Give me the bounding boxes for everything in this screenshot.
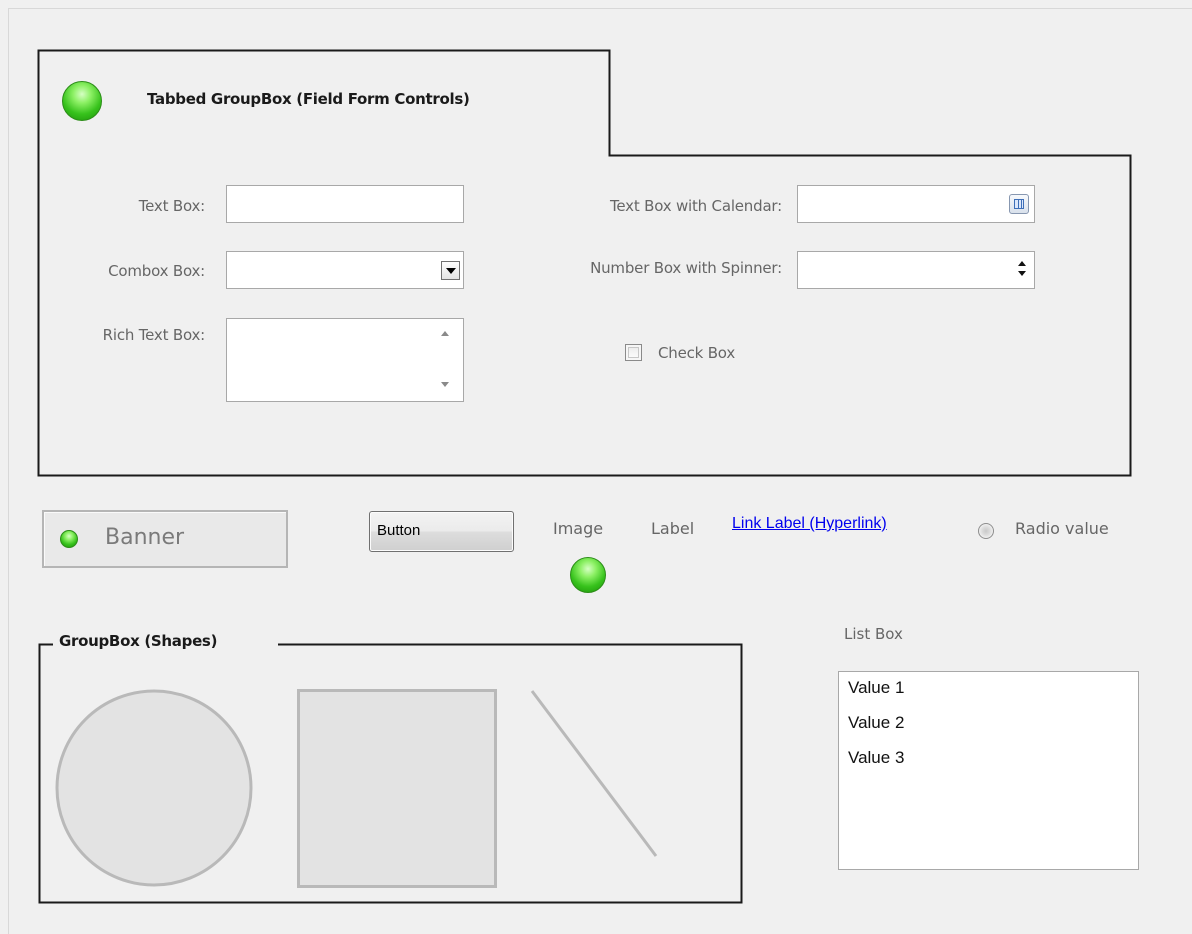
- hyperlink-label[interactable]: Link Label (Hyperlink): [732, 515, 887, 533]
- button-label: Button: [377, 522, 421, 539]
- shapes-groupbox-title: GroupBox (Shapes): [57, 632, 222, 650]
- shapes-groupbox-border: [38, 643, 743, 904]
- spinner-arrows-icon[interactable]: [1018, 260, 1028, 280]
- calendar-text-box[interactable]: [797, 185, 1035, 223]
- scroll-up-icon[interactable]: [441, 331, 449, 336]
- calendar-box-label: Text Box with Calendar:: [610, 197, 782, 215]
- circle-shape: [55, 689, 253, 887]
- list-item[interactable]: Value 1: [839, 677, 1138, 712]
- plain-label: Label: [651, 519, 695, 538]
- rich-text-box[interactable]: [226, 318, 464, 402]
- frame-border-top: [8, 8, 1192, 9]
- list-item[interactable]: Value 2: [839, 712, 1138, 747]
- frame-border-left: [8, 8, 9, 934]
- line-shape: [530, 690, 658, 857]
- radio-label: Radio value: [1015, 519, 1109, 538]
- number-spinner-box[interactable]: [797, 251, 1035, 289]
- image-green-orb-icon: [570, 557, 606, 593]
- list-box[interactable]: Value 1 Value 2 Value 3: [838, 671, 1139, 870]
- combo-box[interactable]: [226, 251, 464, 289]
- green-status-orb-icon: [62, 81, 102, 121]
- list-item[interactable]: Value 3: [839, 747, 1138, 782]
- calendar-icon[interactable]: [1009, 194, 1029, 214]
- list-box-label: List Box: [844, 625, 903, 643]
- tabbed-groupbox-title: Tabbed GroupBox (Field Form Controls): [147, 90, 470, 108]
- number-box-label: Number Box with Spinner:: [590, 259, 782, 277]
- banner-status-icon: [60, 530, 78, 548]
- check-box[interactable]: [625, 344, 642, 361]
- form-designer-canvas: Tabbed GroupBox (Field Form Controls) Te…: [0, 0, 1192, 934]
- rich-text-box-label: Rich Text Box:: [102, 326, 206, 344]
- dropdown-arrow-icon[interactable]: [441, 261, 460, 280]
- scroll-down-icon[interactable]: [441, 382, 449, 387]
- radio-button[interactable]: [978, 523, 994, 539]
- text-box-input[interactable]: [226, 185, 464, 223]
- rectangle-shape: [297, 689, 497, 888]
- button[interactable]: Button: [369, 511, 514, 552]
- banner-text: Banner: [105, 525, 185, 550]
- banner: Banner: [42, 510, 288, 568]
- combo-box-label: Combox Box:: [108, 262, 205, 280]
- check-box-label: Check Box: [658, 344, 735, 362]
- text-box-label: Text Box:: [138, 197, 205, 215]
- image-label: Image: [553, 519, 604, 538]
